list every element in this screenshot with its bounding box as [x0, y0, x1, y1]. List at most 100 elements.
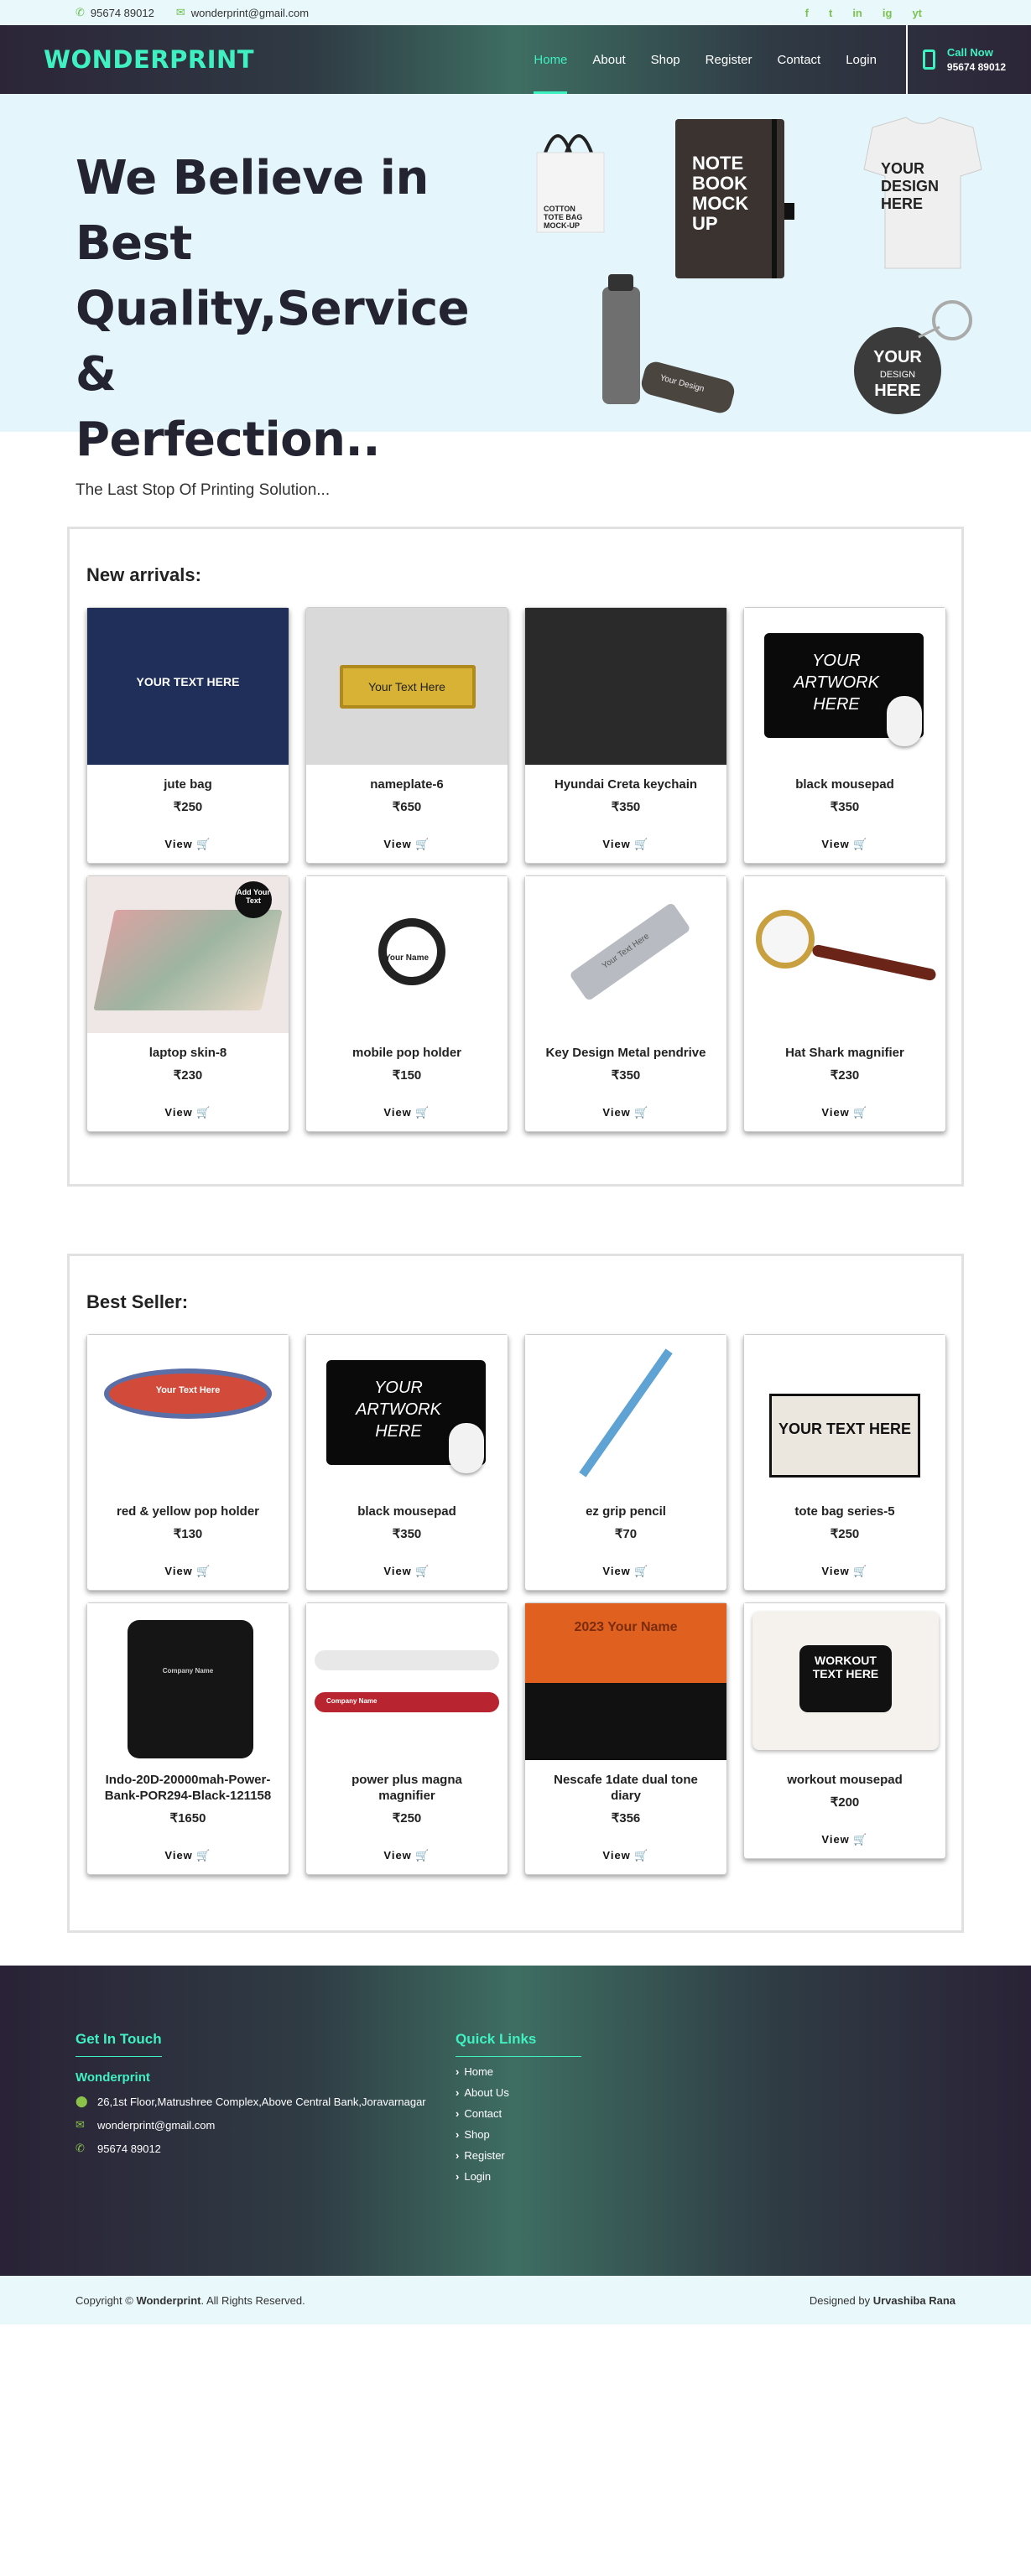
product-image[interactable]: Your Text Here [525, 876, 726, 1033]
product-price: ₹250 [173, 800, 203, 814]
product-image[interactable]: Company Name [87, 1603, 289, 1760]
product-card[interactable]: YOUR ARTWORK HERE black mousepad ₹350 View … [305, 1334, 508, 1591]
product-name[interactable]: tote bag series-5 [744, 1504, 945, 1519]
product-name[interactable]: black mousepad [306, 1504, 508, 1519]
view-label: View [383, 1849, 412, 1862]
product-name[interactable]: jute bag [87, 776, 289, 792]
hero-product-mockups: COTTON TOTE BAG MOCK-UP NOTE BOOK MOCK UP … [503, 94, 1031, 432]
view-button[interactable]: View 🛒 [87, 1849, 289, 1874]
view-label: View [821, 1565, 850, 1577]
product-name[interactable]: black mousepad [744, 776, 945, 792]
product-name[interactable]: power plus magna magnifier [306, 1772, 508, 1804]
product-card[interactable]: YOUR TEXT HERE tote bag series-5 ₹250 View … [743, 1334, 946, 1591]
top-email[interactable]: ✉ wonderprint@gmail.com [176, 6, 309, 19]
product-name[interactable]: laptop skin-8 [87, 1045, 289, 1061]
product-card[interactable]: Your Text Here nameplate-6 ₹650 View 🛒 [305, 607, 508, 864]
nav-contact[interactable]: Contact [765, 25, 834, 94]
product-name[interactable]: Hyundai Creta keychain [525, 776, 726, 792]
product-card[interactable]: Your Text Here Key Design Metal pendrive ₹… [524, 875, 727, 1132]
product-card[interactable]: Company Name Indo-20D-20000mah-Power-Bank… [86, 1602, 289, 1875]
view-button[interactable]: View 🛒 [87, 838, 289, 863]
view-button[interactable]: View 🛒 [306, 1849, 508, 1874]
product-card[interactable]: YOUR TEXT HERE jute bag ₹250 View 🛒 [86, 607, 289, 864]
product-name[interactable]: Indo-20D-20000mah-Power-Bank-POR294-Blac… [87, 1772, 289, 1804]
youtube-icon[interactable]: yt [912, 7, 922, 19]
product-name[interactable]: Hat Shark magnifier [744, 1045, 945, 1061]
view-label: View [602, 1849, 631, 1862]
product-card[interactable]: YOUR ARTWORK HERE black mousepad ₹350 View … [743, 607, 946, 864]
product-image[interactable]: Company Name [306, 1603, 508, 1760]
footer-email[interactable]: ✉ wonderprint@gmail.com [76, 2118, 456, 2132]
product-image[interactable]: Your Text Here [87, 1335, 289, 1492]
envelope-icon: ✉ [175, 6, 185, 18]
nav-register[interactable]: Register [693, 25, 765, 94]
product-image[interactable]: Add Your Text [87, 876, 289, 1033]
product-image[interactable] [744, 876, 945, 1033]
nav-about[interactable]: About [580, 25, 638, 94]
nav-shop[interactable]: Shop [638, 25, 693, 94]
view-button[interactable]: View 🛒 [744, 1565, 945, 1590]
twitter-icon[interactable]: t [829, 7, 832, 19]
footer-link-contact[interactable]: › Contact [456, 2107, 836, 2120]
nav-login[interactable]: Login [833, 25, 889, 94]
view-button[interactable]: View 🛒 [744, 1106, 945, 1131]
product-image[interactable]: YOUR ARTWORK HERE [744, 608, 945, 765]
product-name[interactable]: Nescafe 1date dual tone diary [525, 1772, 726, 1804]
product-card[interactable]: Your Text Here red & yellow pop holder ₹13… [86, 1334, 289, 1591]
view-button[interactable]: View 🛒 [87, 1106, 289, 1131]
call-now-box[interactable]: Call Now 95674 89012 [905, 25, 1031, 94]
product-image[interactable] [525, 608, 726, 765]
view-button[interactable]: View 🛒 [744, 838, 945, 863]
designer-name[interactable]: Urvashiba Rana [873, 2294, 955, 2307]
product-name[interactable]: red & yellow pop holder [87, 1504, 289, 1519]
brand-logo[interactable]: WONDERPRINT [44, 45, 254, 74]
phone-icon: ✆ [76, 6, 85, 18]
view-button[interactable]: View 🛒 [306, 1565, 508, 1590]
product-name[interactable]: nameplate-6 [306, 776, 508, 792]
cart-icon: 🛒 [853, 838, 868, 850]
product-card[interactable]: Hat Shark magnifier ₹230 View 🛒 [743, 875, 946, 1132]
product-image[interactable]: YOUR TEXT HERE [744, 1335, 945, 1492]
product-name[interactable]: ez grip pencil [525, 1504, 726, 1519]
product-image[interactable]: 2023 Your Name [525, 1603, 726, 1760]
footer-phone[interactable]: ✆ 95674 89012 [76, 2142, 456, 2155]
instagram-icon[interactable]: ig [883, 7, 893, 19]
footer-link-home[interactable]: › Home [456, 2065, 836, 2078]
footer-link-login[interactable]: › Login [456, 2170, 836, 2183]
facebook-icon[interactable]: f [805, 7, 809, 19]
view-button[interactable]: View 🛒 [306, 838, 508, 863]
view-button[interactable]: View 🛒 [744, 1833, 945, 1858]
view-button[interactable]: View 🛒 [525, 1565, 726, 1590]
product-image[interactable]: WORKOUT TEXT HERE [744, 1603, 945, 1760]
footer-link-about[interactable]: › About Us [456, 2086, 836, 2099]
nav-home[interactable]: Home [521, 25, 580, 94]
product-card[interactable]: Company Name power plus magna magnifier ₹2… [305, 1602, 508, 1875]
view-button[interactable]: View 🛒 [306, 1106, 508, 1131]
product-card[interactable]: WORKOUT TEXT HERE workout mousepad ₹200 Vie… [743, 1602, 946, 1859]
product-name[interactable]: workout mousepad [744, 1772, 945, 1788]
product-card[interactable]: Your Name mobile pop holder ₹150 View 🛒 [305, 875, 508, 1132]
view-button[interactable]: View 🛒 [525, 838, 726, 863]
product-image[interactable]: YOUR TEXT HERE [87, 608, 289, 765]
product-card[interactable]: 2023 Your Name Nescafe 1date dual tone di… [524, 1602, 727, 1875]
footer-link-shop[interactable]: › Shop [456, 2128, 836, 2141]
view-label: View [821, 838, 850, 850]
new-arrivals-section: New arrivals: YOUR TEXT HERE jute bag ₹250… [67, 527, 964, 1187]
view-button[interactable]: View 🛒 [87, 1565, 289, 1590]
product-image[interactable]: Your Text Here [306, 608, 508, 765]
linkedin-icon[interactable]: in [852, 7, 862, 19]
product-card[interactable]: Hyundai Creta keychain ₹350 View 🛒 [524, 607, 727, 864]
footer-link-register[interactable]: › Register [456, 2149, 836, 2162]
copyright-suffix: . All Rights Reserved. [200, 2293, 305, 2307]
product-image[interactable] [525, 1335, 726, 1492]
view-label: View [164, 1849, 193, 1862]
view-button[interactable]: View 🛒 [525, 1849, 726, 1874]
product-image[interactable]: YOUR ARTWORK HERE [306, 1335, 508, 1492]
top-phone[interactable]: ✆ 95674 89012 [76, 6, 154, 19]
product-card[interactable]: Add Your Text laptop skin-8 ₹230 View 🛒 [86, 875, 289, 1132]
product-image[interactable]: Your Name [306, 876, 508, 1033]
view-button[interactable]: View 🛒 [525, 1106, 726, 1131]
product-card[interactable]: ez grip pencil ₹70 View 🛒 [524, 1334, 727, 1591]
product-name[interactable]: mobile pop holder [306, 1045, 508, 1061]
product-name[interactable]: Key Design Metal pendrive [525, 1045, 726, 1061]
